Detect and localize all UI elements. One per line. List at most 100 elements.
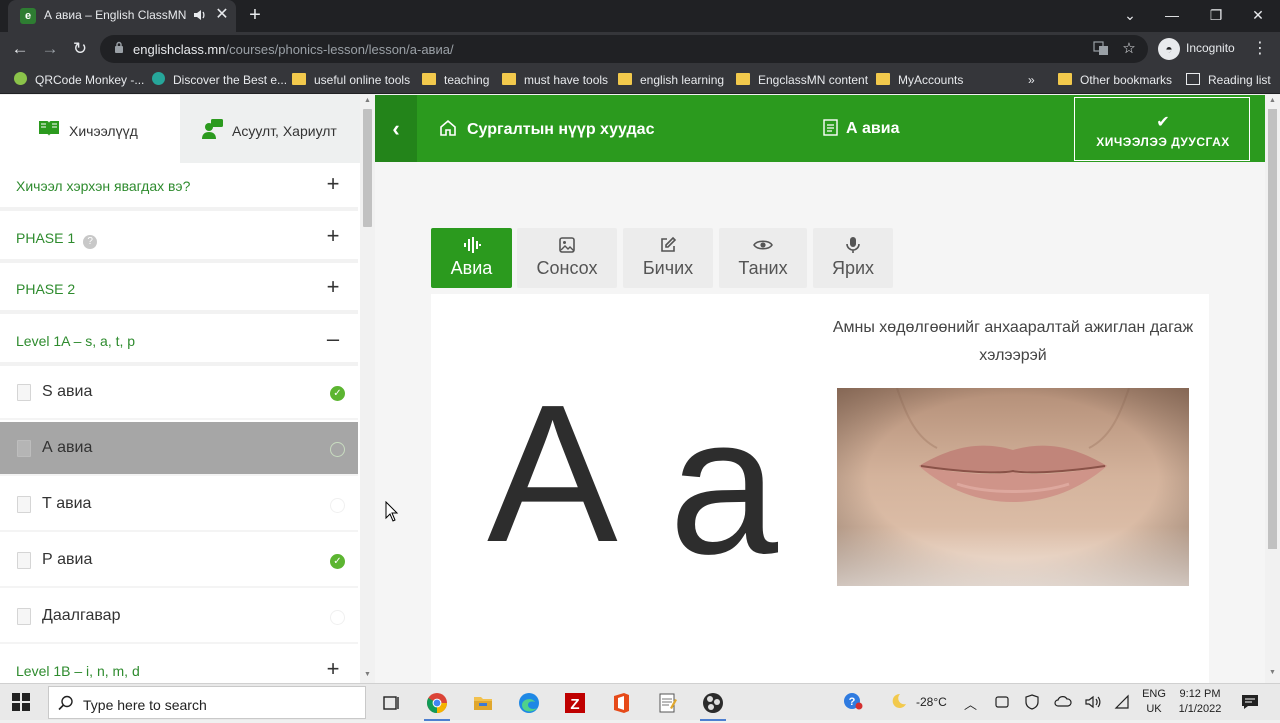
edge-app-icon[interactable] — [514, 688, 544, 718]
bookmarks-overflow-button[interactable]: » — [1028, 71, 1035, 89]
document-icon — [17, 384, 31, 401]
tab-questions-answers[interactable]: Асуулт, Хариулт — [180, 95, 360, 163]
tab-search-chevron-icon[interactable]: ⌄ — [1108, 0, 1152, 30]
taskbar-search[interactable]: Type here to search — [48, 686, 366, 719]
scroll-up-arrow-icon[interactable]: ▲ — [363, 97, 372, 105]
chevron-left-icon[interactable]: ‹ — [375, 95, 417, 162]
step-tab-speak[interactable]: Ярих — [813, 228, 893, 288]
forward-arrow-icon[interactable]: → — [38, 37, 62, 61]
other-bookmarks[interactable]: Other bookmarks — [1058, 71, 1172, 89]
expand-plus-icon[interactable]: + — [322, 274, 344, 300]
notepad-app-icon[interactable] — [652, 688, 682, 718]
scrollbar-thumb[interactable] — [1268, 109, 1277, 549]
expand-plus-icon[interactable]: + — [322, 171, 344, 197]
folder-icon — [502, 73, 516, 85]
tab-qa-label: Асуулт, Хариулт — [232, 123, 337, 139]
section-phase-2[interactable]: PHASE 2 + — [0, 266, 358, 314]
lesson-item-assignment[interactable]: Даалгавар — [0, 590, 358, 644]
lesson-item-p[interactable]: Р авиа ✓ — [0, 534, 358, 588]
filezilla-app-icon[interactable]: Z — [560, 688, 590, 718]
web-page: Хичээлүүд Асуулт, Хариулт Хичээл хэрхэн … — [0, 95, 1280, 683]
tab-lessons[interactable]: Хичээлүүд — [0, 95, 180, 163]
bookmark-discover[interactable]: Discover the Best e... — [152, 71, 287, 89]
scroll-down-arrow-icon[interactable]: ▼ — [363, 671, 372, 679]
bookmark-folder-english[interactable]: english learning — [618, 71, 724, 89]
scroll-up-arrow-icon[interactable]: ▲ — [1268, 97, 1277, 104]
speaker-icon[interactable] — [192, 8, 208, 24]
section-level-1b[interactable]: Level 1B – i, n, m, d + — [0, 648, 358, 683]
mouth-video[interactable] — [837, 388, 1189, 586]
expand-plus-icon[interactable]: + — [322, 656, 344, 682]
checkmark-icon: ✔ — [1156, 114, 1170, 131]
obs-app-icon[interactable] — [698, 688, 728, 721]
help-tray-icon[interactable]: ? — [842, 690, 864, 710]
tab-lessons-label: Хичээлүүд — [69, 123, 138, 139]
lesson-item-label: А авиа — [42, 439, 93, 456]
windows-taskbar: Type here to search Z ? -28°C ︿ ENG UK 9… — [0, 683, 1280, 721]
sidebar-scrollbar[interactable]: ▲ ▼ — [360, 95, 375, 683]
file-explorer-icon[interactable] — [468, 688, 498, 718]
security-shield-icon[interactable] — [1024, 694, 1040, 714]
bookmark-folder-tools[interactable]: must have tools — [502, 71, 608, 89]
onedrive-cloud-icon[interactable] — [1054, 694, 1072, 714]
section-level-1a[interactable]: Level 1A – s, a, t, p – — [0, 318, 358, 366]
browser-menu-icon[interactable]: ⋮ — [1250, 37, 1270, 61]
step-tab-listen[interactable]: Сонсох — [517, 228, 617, 288]
bookmark-folder-teaching[interactable]: teaching — [422, 71, 489, 89]
section-title: PHASE 1? — [16, 230, 98, 249]
lock-icon[interactable] — [114, 41, 128, 57]
step-tab-recognize[interactable]: Таних — [719, 228, 807, 288]
section-phase-1[interactable]: PHASE 1? + — [0, 215, 358, 263]
volume-icon[interactable] — [1084, 694, 1102, 714]
translate-icon[interactable] — [1092, 40, 1110, 58]
taskbar-clock[interactable]: 9:12 PM 1/1/2022 — [1170, 687, 1230, 717]
finish-lesson-button[interactable]: ✔ ХИЧЭЭЛЭЭ ДУУСГАХ — [1074, 97, 1250, 161]
lesson-item-s[interactable]: S авиа ✓ — [0, 366, 358, 420]
bookmark-folder-engclass[interactable]: EngclassMN content — [736, 71, 868, 89]
minimize-button[interactable]: — — [1150, 0, 1194, 30]
collapse-minus-icon[interactable]: – — [322, 326, 344, 352]
step-tab-write[interactable]: Бичих — [623, 228, 713, 288]
weather-temperature[interactable]: -28°C — [916, 695, 947, 715]
task-view-icon[interactable] — [376, 688, 406, 718]
reading-list[interactable]: Reading list — [1186, 71, 1271, 89]
wifi-icon[interactable] — [1114, 694, 1130, 714]
bookmark-folder-useful[interactable]: useful online tools — [292, 71, 410, 89]
url-text: englishclass.mn/courses/phonics-lesson/l… — [133, 42, 454, 57]
qr-icon — [14, 72, 27, 85]
step-tab-sound[interactable]: Авиа — [431, 228, 512, 288]
bookmark-qrcode[interactable]: QRCode Monkey -... — [14, 71, 144, 89]
page-scrollbar[interactable]: ▲ ▼ — [1265, 95, 1280, 683]
scroll-down-arrow-icon[interactable]: ▼ — [1268, 669, 1277, 676]
section-how-lessons-work[interactable]: Хичээл хэрхэн явагдах вэ? + — [0, 163, 358, 211]
back-arrow-icon[interactable]: ← — [8, 37, 32, 61]
lesson-item-a[interactable]: А авиа — [0, 422, 358, 476]
browser-tab-active[interactable]: e А авиа – English ClassMN ✕ — [8, 0, 236, 32]
language-indicator[interactable]: ENG UK — [1136, 687, 1172, 717]
bookmarks-bar: QRCode Monkey -... Discover the Best e..… — [0, 66, 1280, 94]
folder-icon — [618, 73, 632, 85]
scrollbar-thumb[interactable] — [363, 109, 372, 227]
lesson-item-t[interactable]: Т авиа — [0, 478, 358, 532]
bookmark-folder-accounts[interactable]: MyAccounts — [876, 71, 963, 89]
meet-now-icon[interactable] — [994, 694, 1010, 714]
office-app-icon[interactable] — [606, 688, 636, 718]
chevron-up-icon[interactable]: ︿ — [964, 694, 977, 714]
weather-moon-icon[interactable] — [888, 692, 906, 712]
help-icon[interactable]: ? — [83, 235, 98, 249]
windows-start-icon[interactable] — [12, 693, 32, 713]
bookmark-star-icon[interactable]: ☆ — [1120, 39, 1138, 57]
close-window-button[interactable]: ✕ — [1236, 0, 1280, 30]
restore-button[interactable]: ❐ — [1194, 0, 1238, 30]
address-bar[interactable]: englishclass.mn/courses/phonics-lesson/l… — [100, 35, 1148, 63]
chrome-app-icon[interactable] — [422, 688, 452, 721]
expand-plus-icon[interactable]: + — [322, 223, 344, 249]
new-tab-button[interactable]: + — [244, 4, 266, 28]
course-home-link[interactable]: Сургалтын нүүр хуудас — [439, 119, 654, 141]
step-tab-label: Авиа — [450, 258, 493, 278]
reading-list-icon — [1186, 73, 1200, 85]
close-tab-icon[interactable]: ✕ — [214, 6, 230, 24]
reload-icon[interactable]: ↻ — [68, 37, 92, 61]
notifications-icon[interactable] — [1240, 693, 1260, 713]
folder-icon — [876, 73, 890, 85]
